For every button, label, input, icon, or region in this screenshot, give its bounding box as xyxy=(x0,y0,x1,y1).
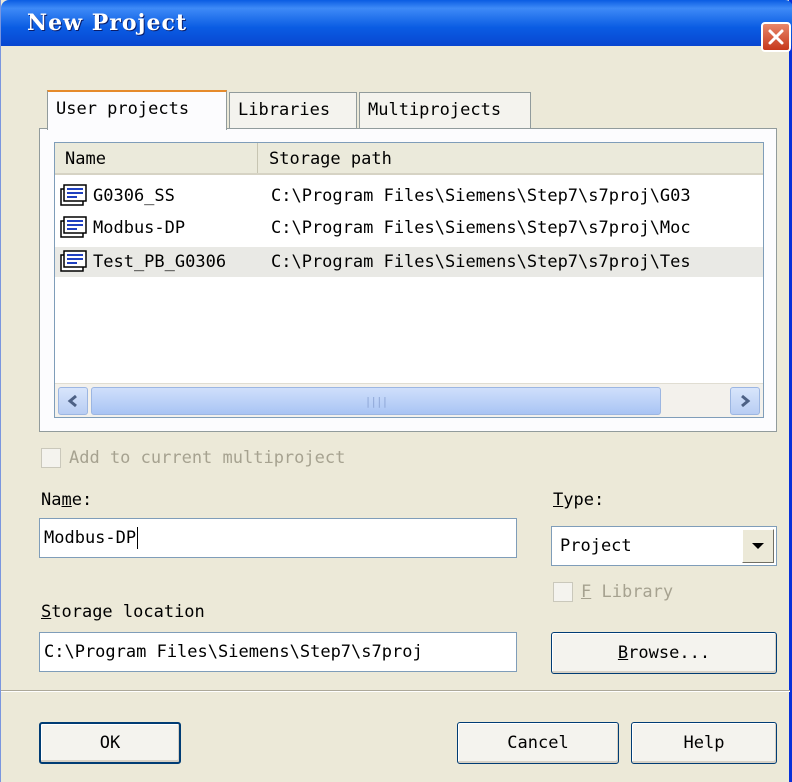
list-item[interactable]: Test_PB_G0306 C:\Program Files\Siemens\S… xyxy=(55,247,763,277)
scroll-left-button[interactable] xyxy=(58,387,88,415)
project-list[interactable]: Name Storage path G0306_SS C:\Program Fi… xyxy=(54,142,764,418)
horizontal-scrollbar[interactable]: |||| xyxy=(55,383,763,417)
help-button[interactable]: Help xyxy=(631,722,777,764)
type-label: Type: xyxy=(553,490,604,510)
separator xyxy=(1,690,790,692)
column-header-storage-path[interactable]: Storage path xyxy=(259,143,763,173)
help-label: Help xyxy=(683,733,725,753)
tab-user-projects-label: User projects xyxy=(56,99,190,119)
dialog-title: New Project xyxy=(27,10,188,36)
chevron-down-icon xyxy=(752,543,764,549)
type-dropdown-button[interactable] xyxy=(742,529,774,563)
text-caret xyxy=(137,527,139,549)
cancel-button[interactable]: Cancel xyxy=(457,722,619,764)
list-item[interactable]: Modbus-DP C:\Program Files\Siemens\Step7… xyxy=(55,213,763,243)
ok-label: OK xyxy=(99,733,121,753)
name-label-prefix: Na xyxy=(41,490,62,510)
f-library-label: F Library xyxy=(581,582,673,602)
chevron-right-icon xyxy=(741,394,751,408)
grip-icon: |||| xyxy=(364,394,388,408)
chevron-left-icon xyxy=(67,394,77,408)
title-bar[interactable]: New Project xyxy=(1,0,792,52)
type-select[interactable]: Project xyxy=(551,526,777,566)
tab-multiprojects[interactable]: Multiprojects xyxy=(359,92,531,129)
storage-label-accel: S xyxy=(41,602,52,622)
close-icon xyxy=(768,29,784,45)
storage-label-suffix: torage location xyxy=(51,602,205,622)
project-path: C:\Program Files\Siemens\Step7\s7proj\Te… xyxy=(271,252,691,272)
name-input-value: Modbus-DP xyxy=(44,528,137,548)
project-path: C:\Program Files\Siemens\Step7\s7proj\G0… xyxy=(271,186,691,206)
type-label-accel: T xyxy=(553,490,564,510)
scroll-thumb[interactable]: |||| xyxy=(91,387,661,415)
project-name: Modbus-DP xyxy=(93,218,186,238)
browse-label: rowse... xyxy=(628,643,711,663)
project-path: C:\Program Files\Siemens\Step7\s7proj\Mo… xyxy=(271,218,691,238)
name-label: Name: xyxy=(41,490,92,510)
project-icon xyxy=(60,216,87,238)
ok-button[interactable]: OK xyxy=(39,722,181,764)
tab-libraries[interactable]: Libraries xyxy=(229,92,357,129)
project-icon xyxy=(60,250,87,272)
project-name: G0306_SS xyxy=(93,186,175,206)
name-input[interactable]: Modbus-DP xyxy=(39,518,517,558)
add-to-multiproject-checkbox[interactable]: Add to current multiproject xyxy=(41,448,345,468)
f-library-suffix: Library xyxy=(591,582,674,602)
close-button[interactable] xyxy=(761,22,791,52)
cancel-label: Cancel xyxy=(507,733,569,753)
checkbox-box[interactable] xyxy=(41,448,61,468)
name-label-suffix: e: xyxy=(71,490,93,510)
tab-user-projects[interactable]: User projects xyxy=(47,90,227,130)
storage-location-input[interactable]: C:\Program Files\Siemens\Step7\s7proj xyxy=(39,632,517,672)
add-to-multiproject-label: Add to current multiproject xyxy=(69,448,346,468)
list-item[interactable]: G0306_SS C:\Program Files\Siemens\Step7\… xyxy=(55,181,763,211)
browse-accel: B xyxy=(617,643,629,663)
checkbox-box[interactable] xyxy=(553,582,573,602)
tab-multiprojects-label: Multiprojects xyxy=(368,100,502,120)
type-select-value: Project xyxy=(560,536,632,556)
project-icon xyxy=(60,184,87,206)
tab-libraries-label: Libraries xyxy=(238,100,331,120)
name-label-accel: m xyxy=(61,490,72,510)
f-library-checkbox[interactable]: F Library xyxy=(553,582,673,602)
browse-button[interactable]: Browse... xyxy=(551,632,777,674)
column-header-name[interactable]: Name xyxy=(55,143,258,173)
storage-location-value: C:\Program Files\Siemens\Step7\s7proj xyxy=(44,642,423,662)
f-library-accel: F xyxy=(581,582,592,602)
project-name: Test_PB_G0306 xyxy=(93,252,227,272)
storage-location-label: Storage location xyxy=(41,602,205,622)
new-project-dialog: New Project User projects Libraries Mult… xyxy=(0,0,792,782)
scroll-right-button[interactable] xyxy=(730,387,760,415)
type-label-suffix: ype: xyxy=(563,490,605,510)
list-header: Name Storage path xyxy=(55,143,763,175)
